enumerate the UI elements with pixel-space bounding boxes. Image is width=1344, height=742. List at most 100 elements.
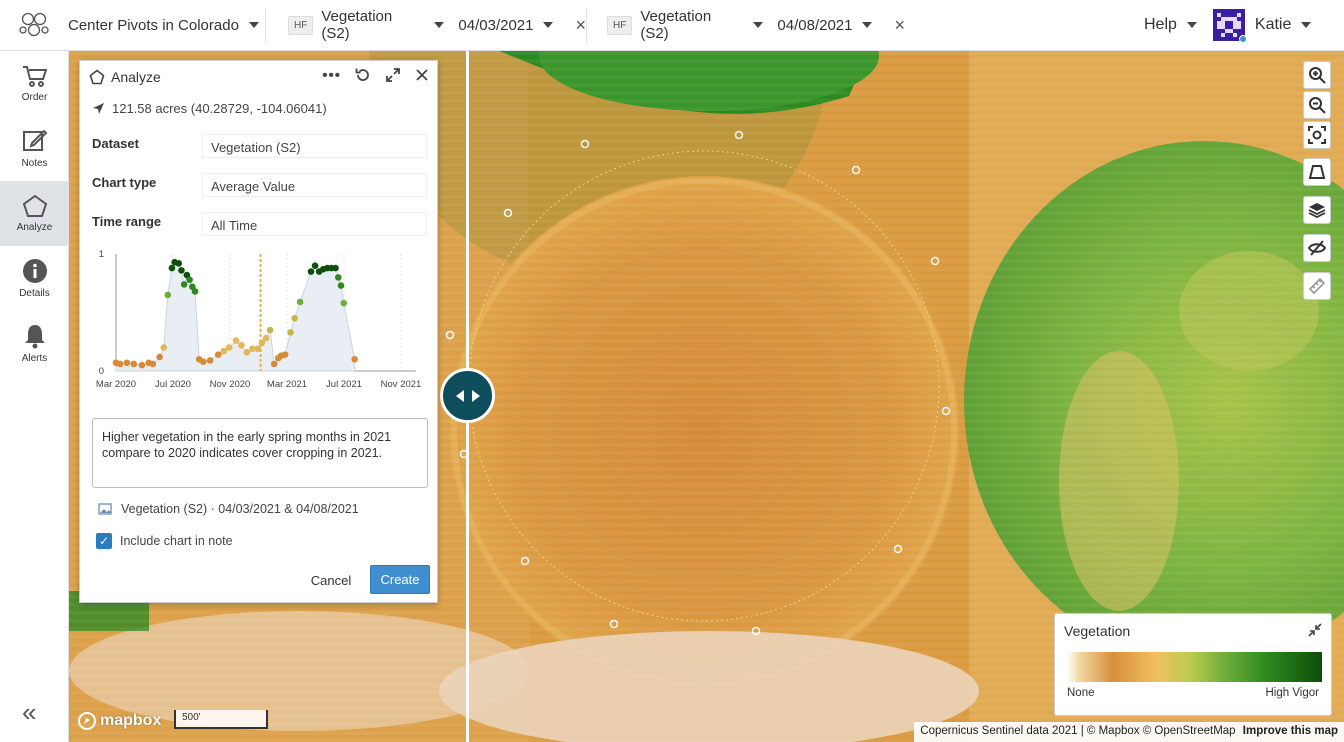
image-icon [98,503,112,515]
data-point [351,356,358,363]
panel-title: Analyze [111,68,161,85]
project-name: Center Pivots in Colorado [68,16,239,34]
improve-map-link[interactable]: Improve this map [1243,725,1338,737]
data-point [266,326,274,334]
user-menu[interactable]: Katie [1212,9,1312,43]
data-point [191,288,199,295]
refresh-icon[interactable] [355,67,371,83]
layers-button[interactable] [1303,196,1331,224]
expand-icon[interactable] [385,67,401,83]
zoom-out-button[interactable] [1303,91,1331,119]
avatar [1212,9,1247,43]
sidebar-item-label: Analyze [16,222,53,233]
chart-type-label: Chart type [92,175,157,190]
close-right-layer-icon[interactable]: × [894,15,905,36]
attribution-text: Copernicus Sentinel data 2021 | © Mapbox… [920,725,1236,737]
close-icon[interactable] [415,67,429,83]
sidebar-item-details[interactable]: Details [0,246,69,311]
right-date-label: 04/08/2021 [777,16,853,34]
data-point [270,360,278,368]
data-point [156,353,163,361]
more-options-icon[interactable]: ••• [322,67,341,84]
analyze-panel: Analyze ••• 121.58 acres (40.28729, -104… [79,60,438,603]
mapbox-icon [78,712,96,730]
right-layer-control: HF Vegetation (S2) 04/08/2021 × [607,8,905,42]
dataset-select[interactable]: Vegetation (S2) [202,134,427,158]
right-date-selector[interactable]: 04/08/2021 [777,16,873,34]
left-layer-control: HF Vegetation (S2) 04/03/2021 × [288,8,586,42]
chevron-down-icon [248,22,259,28]
data-point [254,345,262,353]
collapse-sidebar-icon[interactable]: « [22,697,36,728]
top-bar: Center Pivots in Colorado HF Vegetation … [0,0,1344,51]
data-point [291,315,298,322]
fit-extent-icon [1308,126,1326,144]
left-dataset-selector[interactable]: Vegetation (S2) [321,8,445,42]
data-point [238,341,245,349]
help-menu[interactable]: Help [1144,16,1197,34]
x-tick-label: Mar 2020 [96,379,136,390]
note-attachment: Vegetation (S2) · 04/03/2021 & 04/08/202… [98,502,359,516]
hf-badge: HF [607,15,633,35]
mapbox-logo[interactable]: mapbox [77,711,161,731]
time-range-select[interactable]: All Time [202,212,427,236]
data-point [175,260,183,267]
measure-button[interactable] [1303,272,1331,300]
zoom-to-extent-button[interactable] [1303,121,1331,149]
legend-min-label: None [1067,687,1095,699]
online-dot [1238,35,1247,43]
sidebar-item-analyze[interactable]: Analyze [0,181,69,246]
note-textarea[interactable]: Higher vegetation in the early spring mo… [92,418,428,488]
x-tick-label: Mar 2021 [267,379,307,390]
sidebar-item-label: Notes [21,158,48,169]
include-chart-checkbox[interactable]: ✓ [96,533,112,549]
swipe-handle[interactable] [440,368,495,423]
left-dataset-label: Vegetation (S2) [321,8,393,42]
info-icon [22,259,47,283]
left-date-selector[interactable]: 04/03/2021 [458,17,554,34]
x-tick-label: Jul 2020 [155,379,191,390]
close-left-layer-icon[interactable]: × [575,15,586,36]
app-logo-icon[interactable] [0,0,68,51]
legend-max-label: High Vigor [1265,687,1320,699]
create-button[interactable]: Create [370,565,430,594]
help-label: Help [1144,16,1177,33]
vegetation-chart[interactable]: Mar 2020 Jul 2020 Nov 2020 Mar 2021 Jul 2021… [88,244,428,394]
map-attribution: Copernicus Sentinel data 2021 | © Mapbox… [914,722,1344,742]
sidebar-item-alerts[interactable]: Alerts [0,311,69,376]
x-tick-label: Nov 2020 [210,379,251,390]
polygon-icon [89,68,105,84]
data-point [243,348,251,356]
zoom-in-button[interactable] [1303,61,1331,89]
trapezoid-icon [1308,165,1326,179]
right-dataset-label: Vegetation (S2) [640,8,712,42]
data-point [281,351,289,358]
attachment-label: Vegetation (S2) · 04/03/2021 & 04/08/202… [121,502,359,516]
data-point [287,329,294,336]
data-point [116,360,124,368]
location-info: 121.58 acres (40.28729, -104.06041) [92,101,327,116]
data-point [214,351,222,358]
data-point [296,298,304,306]
x-tick-label: Nov 2021 [381,379,422,390]
data-point [232,337,240,344]
data-point [123,359,131,367]
zoom-in-icon [1309,67,1326,84]
project-selector[interactable]: Center Pivots in Colorado [68,17,265,34]
cancel-button[interactable]: Cancel [302,566,360,594]
location-text: 121.58 acres (40.28729, -104.06041) [112,101,327,116]
sidebar-item-order[interactable]: Order [0,51,69,116]
sidebar-item-notes[interactable]: Notes [0,116,69,181]
hide-overlay-button[interactable] [1303,234,1331,262]
chart-type-select[interactable]: Average Value [202,173,427,197]
draw-shape-button[interactable] [1303,158,1331,186]
data-point [307,268,315,275]
chevron-down-icon [1301,22,1312,28]
data-point [206,357,214,364]
minimize-icon[interactable] [1307,622,1323,638]
data-point [337,282,345,289]
data-point [332,264,339,272]
right-dataset-selector[interactable]: Vegetation (S2) [640,8,764,42]
location-arrow-icon [93,103,104,114]
chevron-down-icon [1186,22,1197,28]
